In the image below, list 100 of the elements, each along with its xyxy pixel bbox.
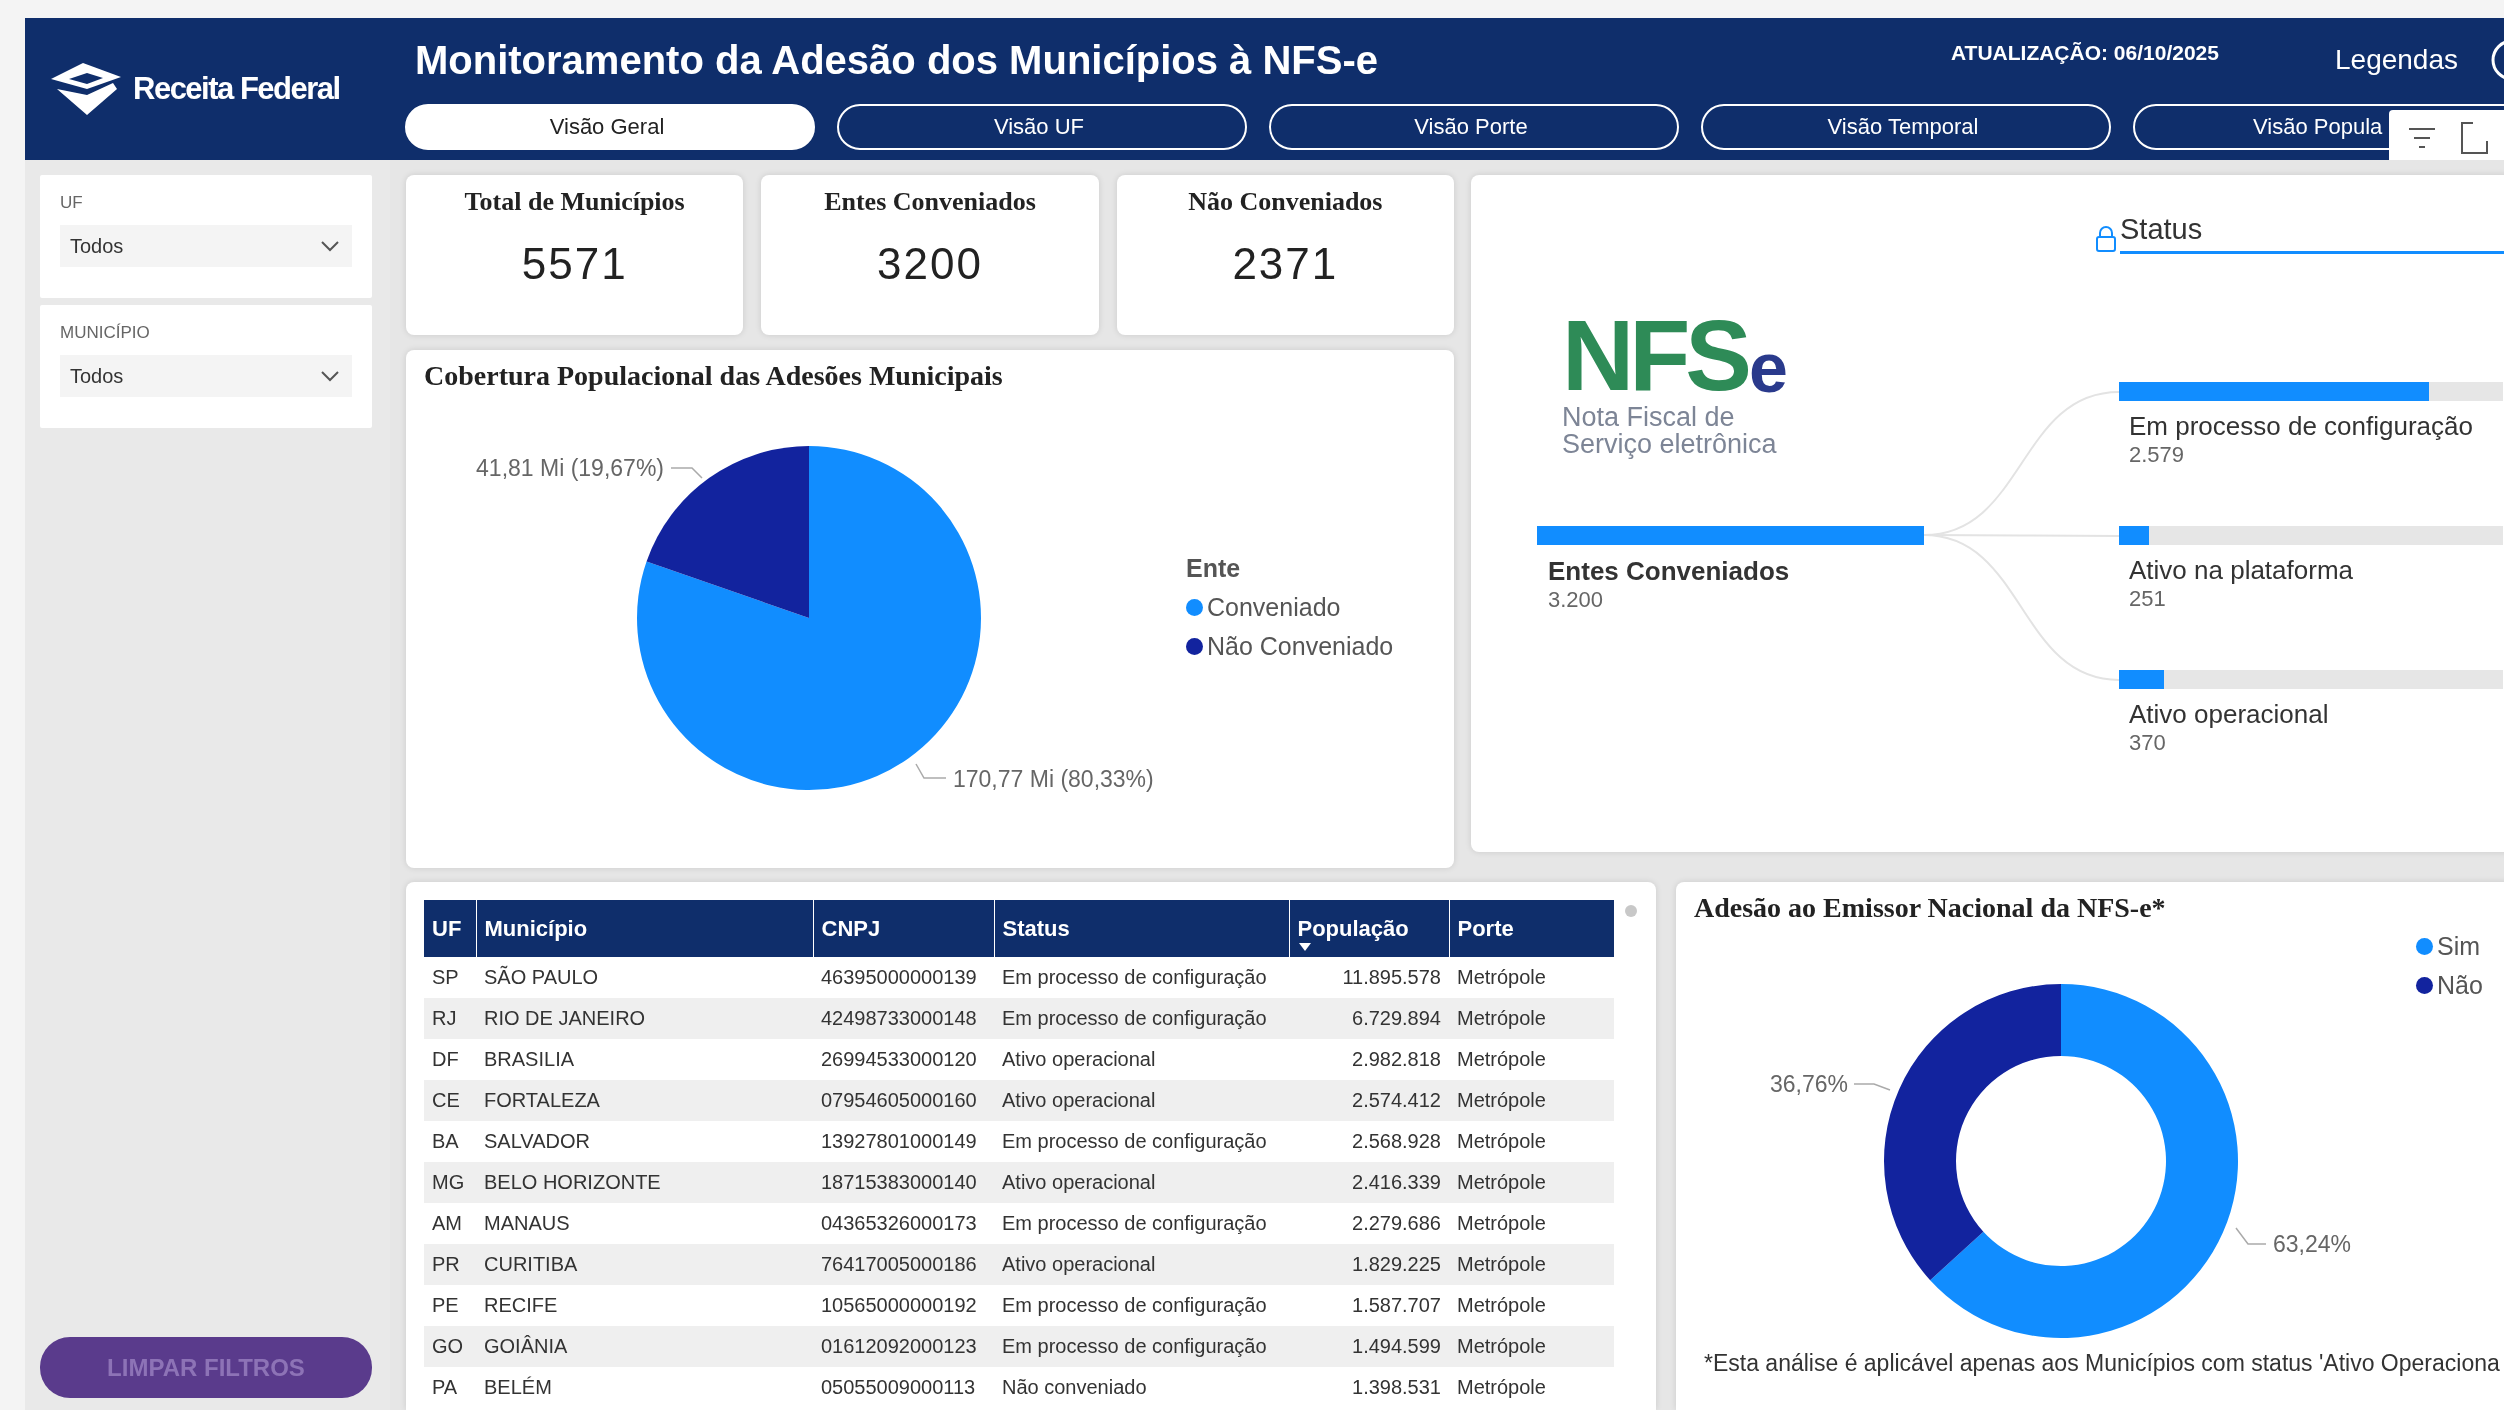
table-cell: SP	[424, 957, 476, 998]
slicer-label: MUNICÍPIO	[60, 323, 151, 343]
column-header[interactable]: Status	[994, 900, 1289, 957]
table-cell: 11.895.578	[1289, 957, 1449, 998]
table-cell: Em processo de configuração	[994, 1285, 1289, 1326]
legend-item[interactable]: Não Conveniado	[1186, 632, 1394, 661]
table-cell: GOIÂNIA	[476, 1326, 813, 1367]
slicer-dropdown[interactable]: Todos	[60, 355, 352, 397]
kpi-value: 3200	[877, 239, 983, 289]
table-cell: 26994533000120	[813, 1039, 994, 1080]
node-value: 2.579	[2129, 442, 2186, 468]
table-cell: 2.279.686	[1289, 1203, 1449, 1244]
column-header[interactable]: Porte	[1449, 900, 1614, 957]
table-cell: 1.587.707	[1289, 1285, 1449, 1326]
legend-item[interactable]: Não	[2416, 971, 2483, 1000]
node-value: 3.200	[1548, 587, 1605, 613]
table-cell: 2.982.818	[1289, 1039, 1449, 1080]
table-cell: 1.829.225	[1289, 1244, 1449, 1285]
logo-caption: Nota Fiscal de	[1562, 404, 1736, 431]
legend-title: Ente	[1186, 554, 1242, 583]
dashboard-title: Monitoramento da Adesão dos Municípios à NFS-e	[415, 37, 1380, 83]
nfse-logo: NFSe	[1562, 313, 1788, 398]
legend-link[interactable]: Legendas	[2335, 44, 2458, 76]
table-cell: CURITIBA	[476, 1244, 813, 1285]
table-cell: Metrópole	[1449, 957, 1614, 998]
node-label: Ativo operacional	[2129, 699, 2329, 730]
chart-title: Cobertura Populacional das Adesões Municipais	[423, 359, 1004, 392]
node-label: Entes Conveniados	[1548, 556, 1790, 587]
kpi-label: Total de Municípios	[464, 187, 685, 217]
data-label: 170,77 Mi (80,33%)	[953, 766, 1154, 792]
table-cell: Metrópole	[1449, 1121, 1614, 1162]
view-tab[interactable]: Visão Temporal	[1701, 104, 2111, 150]
table-cell: Ativo operacional	[994, 1039, 1289, 1080]
table-cell: Metrópole	[1449, 1203, 1614, 1244]
table-cell: 04365326000173	[813, 1203, 994, 1244]
update-date: ATUALIZAÇÃO: 06/10/2025	[1950, 41, 2219, 65]
table-cell: SÃO PAULO	[476, 957, 813, 998]
table-cell: RECIFE	[476, 1285, 813, 1326]
table-cell: CE	[424, 1080, 476, 1121]
column-header[interactable]: População	[1289, 900, 1449, 957]
footnote: *Esta análise é aplicável apenas aos Municípios com status 'Ativo Operaciona	[1703, 1349, 2501, 1377]
table-cell: Em processo de configuração	[994, 1326, 1289, 1367]
table-cell: SALVADOR	[476, 1121, 813, 1162]
view-tab[interactable]: Visão Porte	[1269, 104, 1679, 150]
table-cell: Em processo de configuração	[994, 1203, 1289, 1244]
table-cell: GO	[424, 1326, 476, 1367]
table-cell: Ativo operacional	[994, 1080, 1289, 1121]
table-cell: Metrópole	[1449, 1080, 1614, 1121]
kpi-label: Entes Conveniados	[824, 187, 1036, 217]
table-cell: 42498733000148	[813, 998, 994, 1039]
table-cell: Em processo de configuração	[994, 1121, 1289, 1162]
table-cell: 2.416.339	[1289, 1162, 1449, 1203]
node-value: 251	[2129, 586, 2167, 612]
table-cell: 01612092000123	[813, 1326, 994, 1367]
node-value: 370	[2129, 730, 2167, 756]
column-header[interactable]: CNPJ	[813, 900, 994, 957]
kpi-label: Não Conveniados	[1188, 187, 1383, 217]
table-cell: Metrópole	[1449, 1244, 1614, 1285]
logo-caption: Serviço eletrônica	[1562, 431, 1778, 458]
table-cell: Metrópole	[1449, 1285, 1614, 1326]
table-cell: Metrópole	[1449, 1039, 1614, 1080]
node-label: Em processo de configuração	[2129, 411, 2473, 442]
logo-text: Receita Federal	[133, 71, 340, 107]
table-cell: 13927801000149	[813, 1121, 994, 1162]
view-tab[interactable]: Visão UF	[837, 104, 1247, 150]
kpi-value: 2371	[1232, 239, 1339, 289]
table-cell: Metrópole	[1449, 1326, 1614, 1367]
table-cell: RJ	[424, 998, 476, 1039]
table-cell: 46395000000139	[813, 957, 994, 998]
table-cell: 76417005000186	[813, 1244, 994, 1285]
table-cell: FORTALEZA	[476, 1080, 813, 1121]
table-cell: Metrópole	[1449, 998, 1614, 1039]
table-cell: PR	[424, 1244, 476, 1285]
node-label: Ativo na plataforma	[2129, 555, 2353, 586]
data-label: 63,24%	[2273, 1231, 2351, 1257]
table-cell: Metrópole	[1449, 1162, 1614, 1203]
column-header[interactable]: Município	[476, 900, 813, 957]
legend-item[interactable]: Sim	[2416, 932, 2483, 961]
table-cell: BRASILIA	[476, 1039, 813, 1080]
table-cell: AM	[424, 1203, 476, 1244]
slicer-dropdown[interactable]: Todos	[60, 225, 352, 267]
table-cell: DF	[424, 1039, 476, 1080]
table-cell: 10565000000192	[813, 1285, 994, 1326]
table-cell: 1.494.599	[1289, 1326, 1449, 1367]
column-header[interactable]: UF	[424, 900, 476, 957]
table-cell: 2.568.928	[1289, 1121, 1449, 1162]
slicer-label: UF	[60, 193, 84, 213]
table-cell: Ativo operacional	[994, 1162, 1289, 1203]
legend-item[interactable]: Conveniado	[1186, 593, 1394, 622]
level-header: Status	[2120, 213, 2203, 245]
table-cell: 2.574.412	[1289, 1080, 1449, 1121]
table-cell: PE	[424, 1285, 476, 1326]
table-cell: RIO DE JANEIRO	[476, 998, 813, 1039]
table-cell: 18715383000140	[813, 1162, 994, 1203]
table-cell: Ativo operacional	[994, 1244, 1289, 1285]
view-tab[interactable]: Visão Geral	[405, 104, 815, 150]
table-cell: 07954605000160	[813, 1080, 994, 1121]
table-cell: MG	[424, 1162, 476, 1203]
table-cell: Em processo de configuração	[994, 998, 1289, 1039]
table-cell: BELO HORIZONTE	[476, 1162, 813, 1203]
